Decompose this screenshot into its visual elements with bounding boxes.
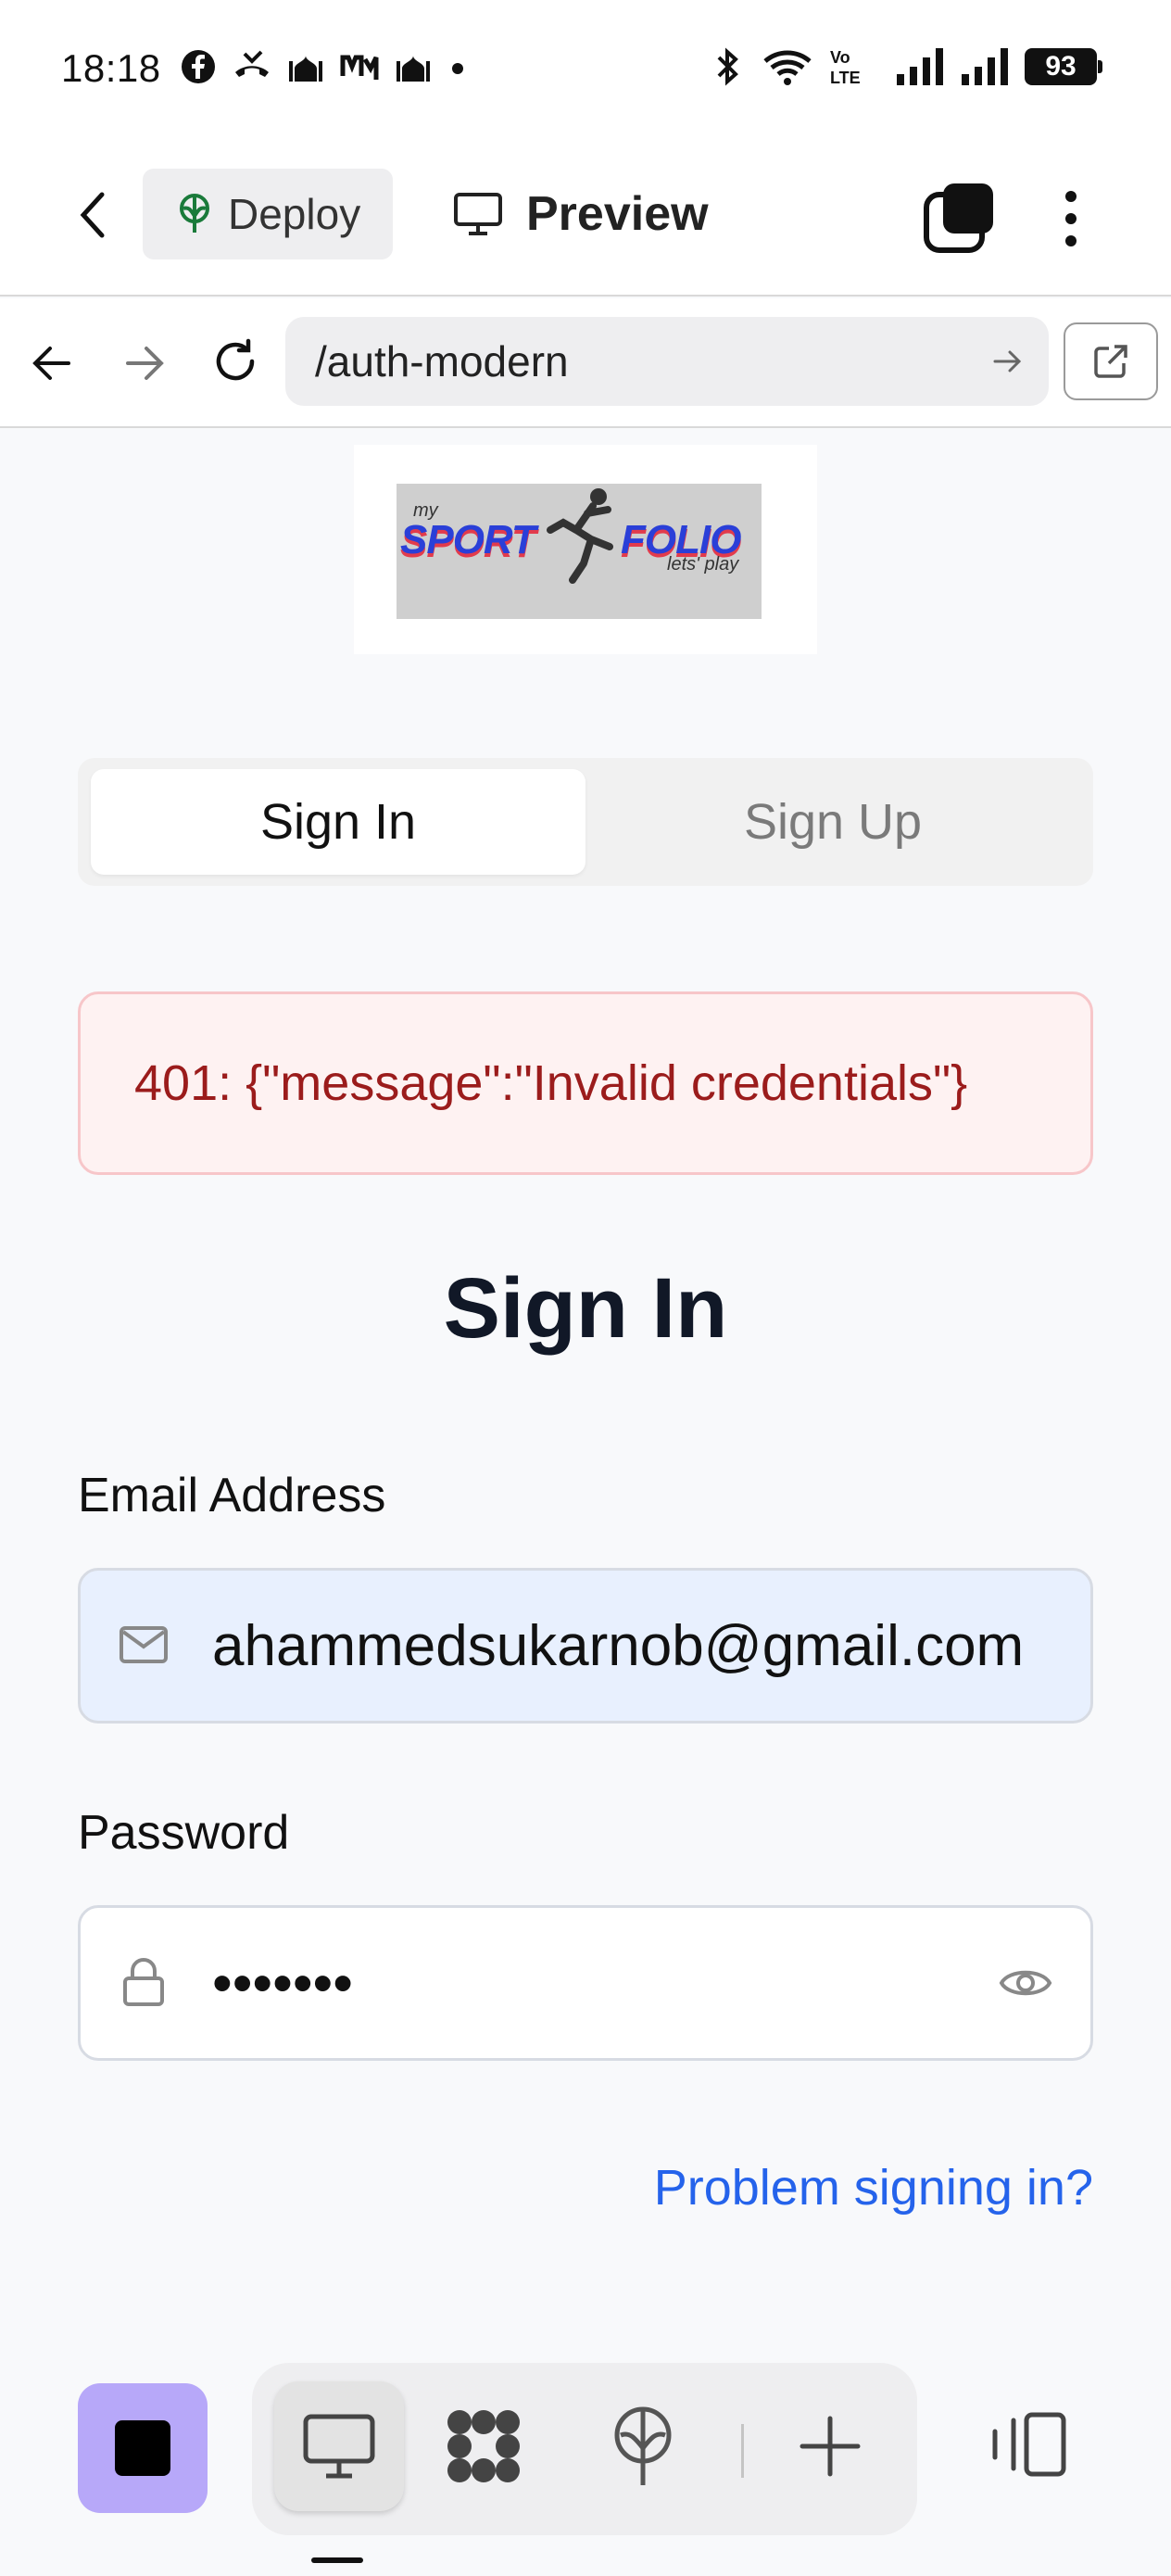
reload-icon [216,338,255,381]
workflow-icon [447,2410,520,2482]
volte-icon: Vo LTE [830,48,861,87]
deploy-tool-button[interactable] [578,2381,708,2511]
split-view-icon [992,2412,1066,2477]
toolbar-divider [741,2424,744,2478]
password-label: Password [78,1806,290,1860]
battery-indicator: 93 [1025,48,1102,85]
email-label: Email Address [78,1469,386,1522]
problem-signing-in-link[interactable]: Problem signing in? [654,2159,1093,2216]
url-text: /auth-modern [315,337,569,385]
password-value: ••••••• [212,1951,353,2015]
monitor-icon [454,193,502,235]
tab-indicator [311,2557,363,2563]
url-bar[interactable]: /auth-modern [285,317,1049,406]
logo-sport-text: SPORT [400,517,536,562]
form-title: Sign In [443,1261,728,1356]
deploy-icon [180,194,209,233]
chevron-left-icon [80,192,105,238]
arrow-right-icon [126,347,164,380]
status-bar: 18:18 Vo LTE 93 [0,0,1171,139]
workflow-tool-button[interactable] [419,2381,548,2511]
dot-icon [452,63,463,74]
signal-icon [962,48,1008,85]
go-arrow-icon[interactable] [991,345,1025,378]
preview-tool-button[interactable] [274,2381,404,2511]
menu-dot [1065,213,1077,224]
wifi-icon [763,50,812,85]
preview-button[interactable]: Preview [452,169,709,259]
battery-level: 93 [1045,51,1077,82]
tabs-button[interactable] [923,182,997,256]
stop-button[interactable] [78,2383,208,2513]
error-alert: 401: {"message":"Invalid credentials"} [78,991,1093,1175]
browser-bar: /auth-modern [0,298,1171,428]
missed-call-icon [235,50,269,77]
show-password-icon[interactable] [998,1960,1053,2006]
brand-logo: my SPORT FOLIO lets' play [354,445,817,654]
tabs-icon [924,183,993,253]
menu-dot [1065,235,1077,246]
browser-back-button[interactable] [28,339,76,387]
app-icon [340,55,379,80]
deploy-label: Deploy [228,190,361,238]
auth-tabs: Sign In Sign Up [78,758,1093,886]
signal-icon [897,48,943,85]
logo-tagline: lets' play [667,554,739,575]
tool-group [252,2363,917,2535]
back-button[interactable] [65,187,120,243]
status-time: 18:18 [61,46,161,90]
browser-forward-button[interactable] [120,339,169,387]
error-message: 401: {"message":"Invalid credentials"} [134,1055,968,1111]
system-icons: Vo LTE 93 [710,46,1102,87]
password-field[interactable]: ••••••• [78,1905,1093,2061]
bluetooth-icon [717,47,738,86]
svg-text:Vo: Vo [830,48,850,67]
monitor-icon [303,2414,375,2479]
email-value: ahammedsukarnob@gmail.com [212,1613,1025,1678]
bottom-toolbar [0,2315,1171,2576]
svg-text:LTE: LTE [830,69,861,87]
email-field[interactable]: ahammedsukarnob@gmail.com [78,1568,1093,1724]
menu-dot [1065,191,1077,202]
notification-icons [180,48,469,85]
external-link-icon [1094,345,1127,378]
lock-icon [123,1958,164,2006]
mosque-icon [397,56,430,82]
arrow-left-icon [32,347,70,380]
mosque-icon [289,56,322,82]
browser-reload-button[interactable] [209,335,261,387]
add-tool-button[interactable] [765,2381,895,2511]
deploy-icon [614,2406,672,2485]
mail-icon [120,1626,168,1663]
more-options-button[interactable] [1052,182,1089,256]
preview-label: Preview [526,187,709,241]
deploy-button[interactable]: Deploy [143,169,393,259]
plus-icon [800,2416,861,2477]
app-header: Deploy Preview [0,139,1171,297]
runner-icon [547,488,613,584]
facebook-icon [182,50,215,83]
logo-image: my SPORT FOLIO lets' play [397,484,762,619]
open-external-button[interactable] [1064,322,1158,400]
tab-sign-up[interactable]: Sign Up [586,769,1080,875]
tab-sign-in[interactable]: Sign In [91,769,586,875]
split-view-button[interactable] [989,2411,1067,2478]
stop-icon [115,2420,170,2476]
